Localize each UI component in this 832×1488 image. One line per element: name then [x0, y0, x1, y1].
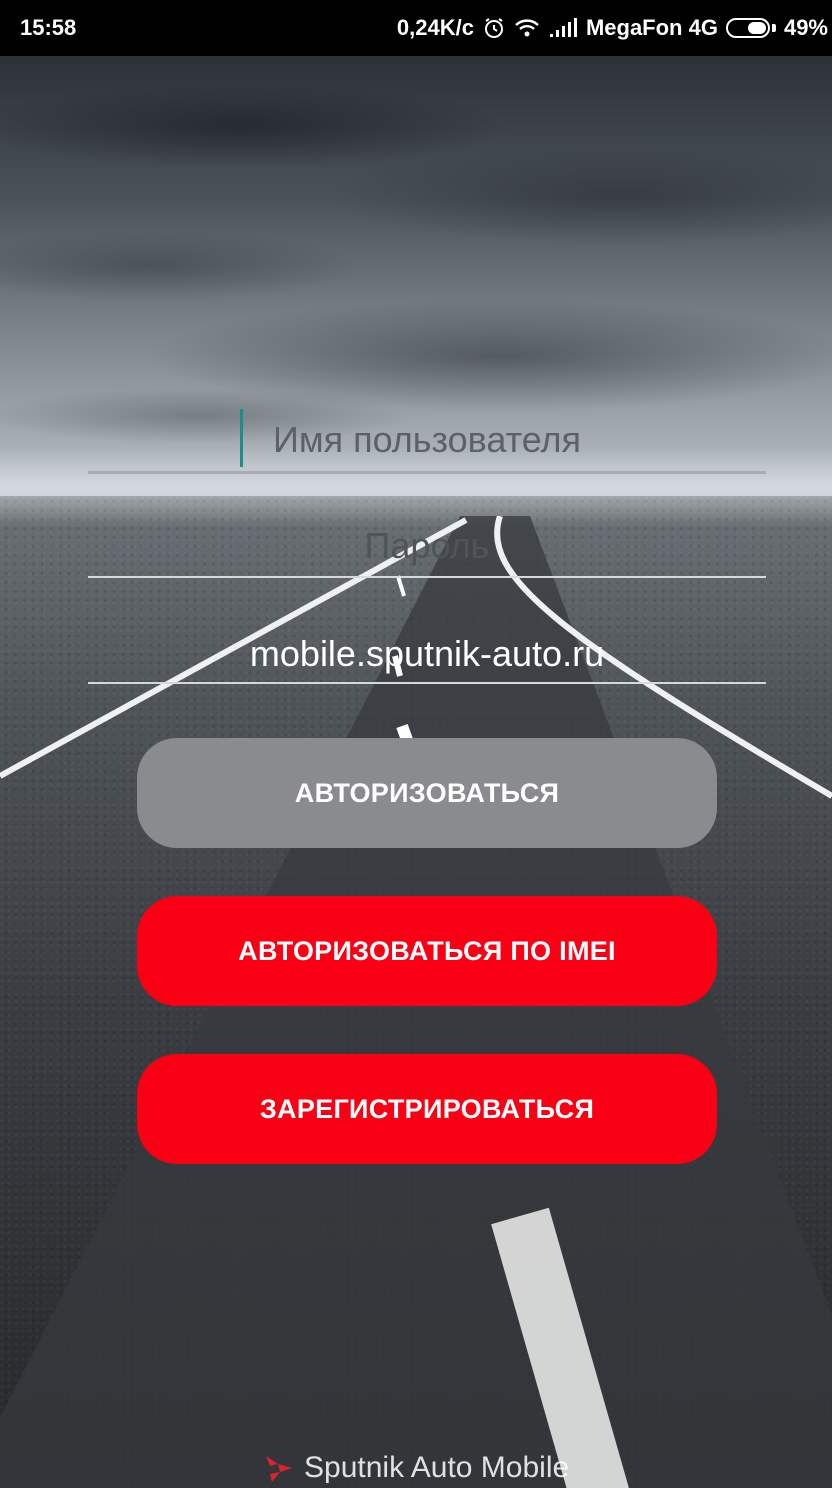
- authorize-imei-button[interactable]: АВТОРИЗОВАТЬСЯ ПО IMEI: [137, 896, 717, 1006]
- status-icons: 0,24K/c MegaFon 4G 49%: [397, 0, 828, 56]
- server-input[interactable]: [88, 624, 766, 684]
- server-underline: [88, 682, 766, 684]
- register-button[interactable]: ЗАРЕГИСТРИРОВАТЬСЯ: [137, 1054, 717, 1164]
- status-time: 15:58: [20, 15, 77, 40]
- battery-icon: [725, 18, 770, 38]
- wifi-icon: [514, 17, 540, 39]
- signal-icon: [548, 17, 578, 39]
- password-underline: [88, 576, 766, 578]
- footer-app-name: Sputnik Auto Mobile: [304, 1451, 570, 1484]
- status-bar: 15:58 0,24K/c MegaFon 4G 49%: [0, 0, 832, 56]
- footer: Sputnik Auto Mobile: [262, 1448, 569, 1488]
- battery-percent: 49%: [783, 15, 828, 40]
- battery-tip: [771, 24, 776, 32]
- text-cursor: [240, 409, 243, 467]
- carrier-label: MegaFon 4G: [585, 15, 718, 40]
- alarm-icon: [482, 16, 506, 40]
- username-underline: [88, 471, 766, 474]
- password-input[interactable]: [88, 516, 766, 576]
- authorize-button[interactable]: АВТОРИЗОВАТЬСЯ: [137, 738, 717, 848]
- sputnik-logo-icon: [262, 1452, 296, 1484]
- net-speed: 0,24K/c: [396, 15, 474, 40]
- username-input[interactable]: [88, 410, 766, 470]
